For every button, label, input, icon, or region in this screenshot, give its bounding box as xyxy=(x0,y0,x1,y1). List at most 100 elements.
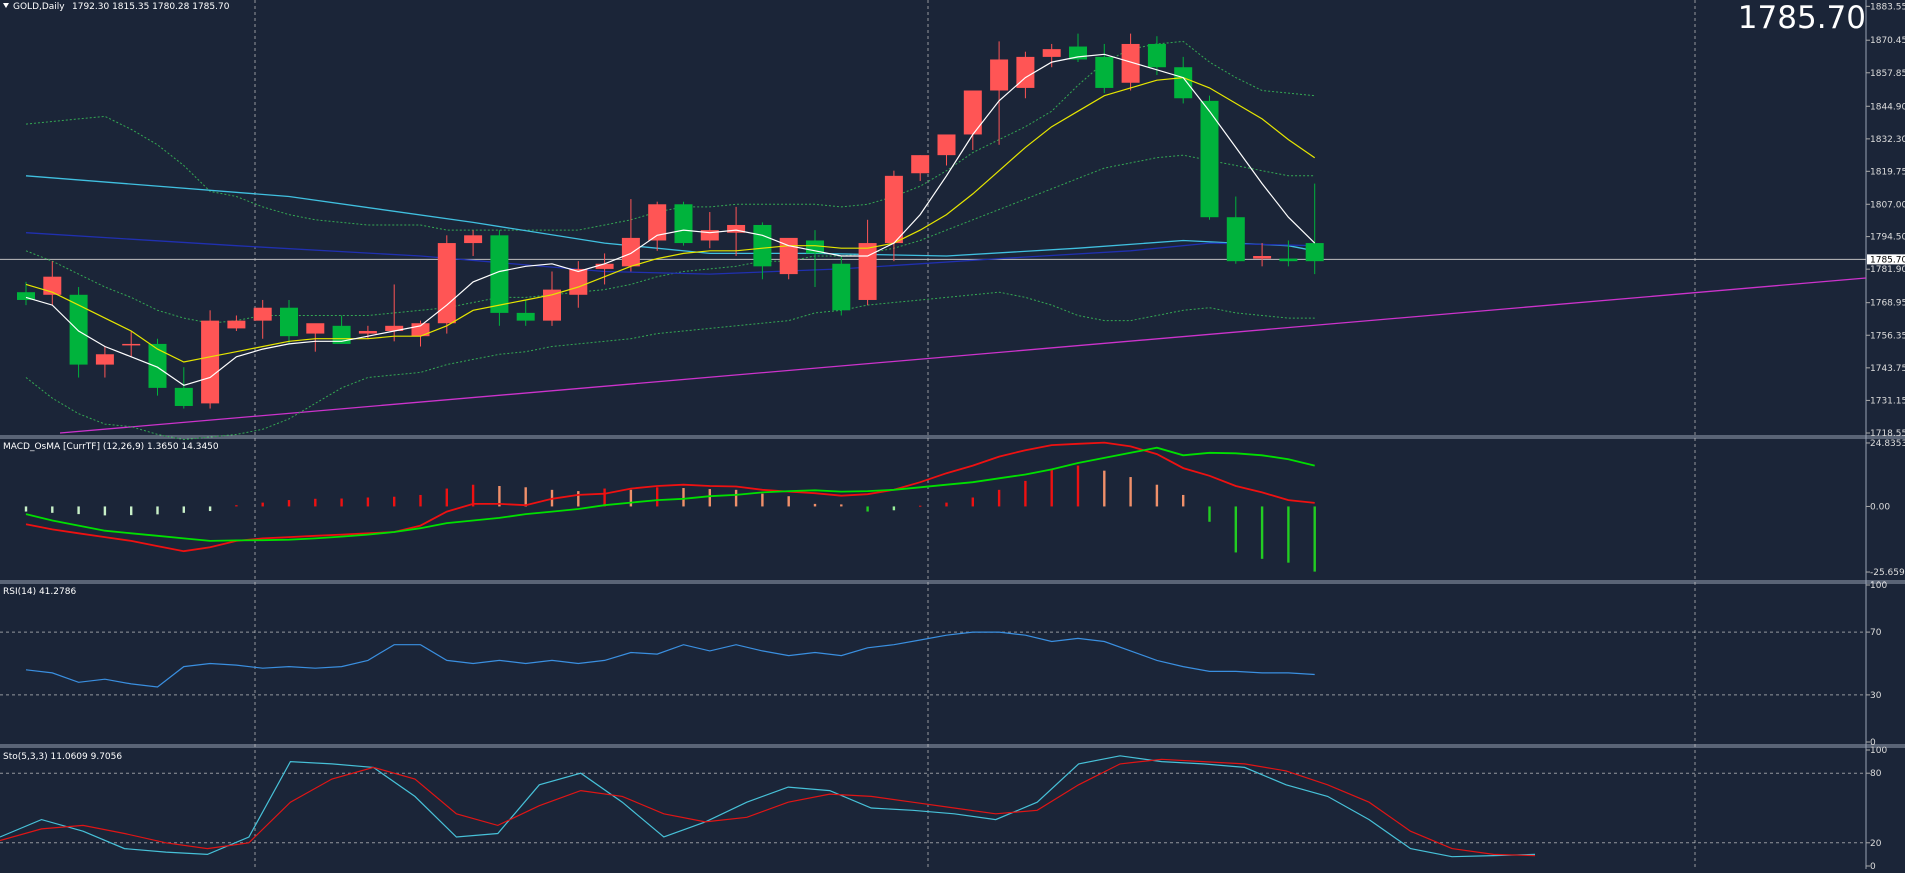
macd-histogram-bar xyxy=(445,488,448,507)
candle-body xyxy=(306,323,325,334)
candle-body xyxy=(122,343,141,346)
macd-histogram-bar xyxy=(1155,484,1159,507)
price-tick-label: 1819.75 xyxy=(1870,167,1905,177)
price-tick-label: 1718.55 xyxy=(1870,429,1905,439)
macd-histogram-bar xyxy=(971,497,974,507)
price-tick-label: 1756.35 xyxy=(1870,331,1905,341)
macd-histogram-bar xyxy=(682,488,685,507)
candle-body xyxy=(1253,255,1272,259)
macd-histogram-bar xyxy=(656,487,659,507)
macd-histogram-bar xyxy=(103,506,107,516)
candle-body xyxy=(884,175,903,244)
candle-body xyxy=(595,263,614,269)
macd-histogram-bar xyxy=(892,506,896,511)
macd-histogram-bar xyxy=(261,502,264,507)
macd-histogram-bar xyxy=(1287,506,1290,563)
macd-histogram-bar xyxy=(340,498,343,507)
price-tick-label: 1832.30 xyxy=(1870,135,1905,145)
macd-histogram-bar xyxy=(1208,506,1211,522)
price-tick-label: 1857.85 xyxy=(1870,69,1905,79)
price-tick-label: 1883.55 xyxy=(1870,2,1905,12)
candle-body xyxy=(1174,67,1193,99)
candle-body xyxy=(227,320,246,329)
macd-histogram-bar xyxy=(1076,465,1080,507)
macd-histogram-bar xyxy=(419,494,422,507)
rsi-title: RSI(14) 41.2786 xyxy=(3,587,76,597)
macd-histogram-bar xyxy=(393,496,396,507)
macd-tick-label: -25.6592 xyxy=(1870,568,1905,578)
macd-histogram-bar xyxy=(287,500,291,507)
macd-histogram-bar xyxy=(208,506,212,512)
macd-tick-label: 0.00 xyxy=(1870,502,1890,512)
candle-body xyxy=(674,204,693,244)
candle-body xyxy=(1305,243,1324,262)
candle-body xyxy=(753,224,772,267)
rsi-tick-label: 30 xyxy=(1870,691,1882,701)
macd-histogram-bar xyxy=(840,504,843,507)
macd-histogram-bar xyxy=(1050,469,1053,507)
candle-body xyxy=(95,354,114,365)
candle-body xyxy=(1226,217,1245,262)
candle-body xyxy=(1200,100,1219,218)
macd-histogram-bar xyxy=(945,502,948,507)
macd-histogram-bar xyxy=(813,503,817,507)
candle-body xyxy=(911,155,930,174)
candle-body xyxy=(148,343,167,388)
rsi-tick-label: 70 xyxy=(1870,628,1882,638)
macd-histogram-bar xyxy=(708,489,711,507)
stoch-tick-label: 100 xyxy=(1870,746,1887,756)
chart-canvas: GOLD,Daily 1792.30 1815.35 1780.28 1785.… xyxy=(0,0,1905,872)
candle-body xyxy=(358,330,377,334)
macd-histogram-bar xyxy=(1182,494,1185,507)
price-tick-label: 1731.15 xyxy=(1870,396,1905,406)
rsi-tick-label: 100 xyxy=(1870,581,1887,591)
chart-root: GOLD,Daily 1792.30 1815.35 1780.28 1785.… xyxy=(0,0,1905,872)
candle-body xyxy=(621,237,640,267)
macd-histogram-bar xyxy=(1260,506,1264,559)
candle-body xyxy=(963,90,982,135)
macd-histogram-bar xyxy=(182,506,185,513)
ohlc-text: 1792.30 1815.35 1780.28 1785.70 xyxy=(72,2,230,12)
candle-body xyxy=(832,263,851,311)
candle-body xyxy=(516,312,535,321)
price-tick-label: 1781.90 xyxy=(1870,265,1905,275)
macd-histogram-bar xyxy=(734,489,738,507)
last-price-big: 1785.70 xyxy=(1738,0,1866,36)
macd-title: MACD_OsMA [CurrTF] (12,26,9) 1.3650 14.3… xyxy=(3,442,219,452)
stoch-tick-label: 0 xyxy=(1870,862,1876,869)
stoch-title: Sto(5,3,3) 11.0609 9.7056 xyxy=(3,752,122,762)
candle-body xyxy=(437,243,456,324)
background xyxy=(0,0,1905,869)
price-tick-label: 1768.95 xyxy=(1870,299,1905,309)
macd-histogram-bar xyxy=(235,505,238,507)
price-tick-label: 1743.75 xyxy=(1870,364,1905,374)
symbol-label: GOLD,Daily xyxy=(13,2,65,12)
macd-histogram-bar xyxy=(1234,506,1237,553)
price-tick-label: 1844.90 xyxy=(1870,102,1905,112)
candle-body xyxy=(1279,258,1298,262)
candle-body xyxy=(569,268,588,295)
macd-histogram-bar xyxy=(866,506,869,512)
macd-histogram-bar xyxy=(77,506,80,515)
macd-histogram-bar xyxy=(1024,480,1027,507)
macd-histogram-bar xyxy=(1129,477,1132,507)
candle-body xyxy=(280,307,298,337)
macd-histogram-bar xyxy=(24,506,28,512)
macd-histogram-bar xyxy=(51,506,54,513)
candle-body xyxy=(858,243,877,300)
candle-body xyxy=(464,235,483,244)
candle-body xyxy=(174,387,193,406)
price-tick-label: 1794.50 xyxy=(1870,233,1905,243)
last-price-marker-label: 1785.70 xyxy=(1870,255,1905,265)
candle-body xyxy=(990,59,1009,91)
price-tick-label: 1870.45 xyxy=(1870,36,1905,46)
stoch-tick-label: 20 xyxy=(1870,839,1882,849)
macd-histogram-bar xyxy=(1103,470,1106,507)
macd-histogram-bar xyxy=(156,506,159,515)
macd-histogram-bar xyxy=(997,489,1001,507)
macd-histogram-bar xyxy=(130,506,133,516)
macd-histogram-bar xyxy=(919,505,922,507)
candle-body xyxy=(1147,43,1166,68)
macd-histogram-bar xyxy=(1313,506,1316,572)
candle-body xyxy=(253,307,272,321)
